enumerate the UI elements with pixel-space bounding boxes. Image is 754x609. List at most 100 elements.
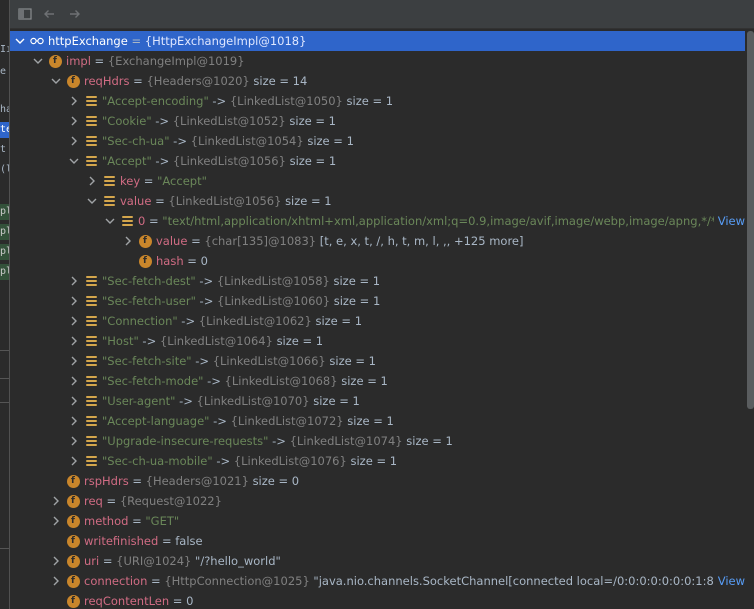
map-entry-icon	[84, 414, 98, 428]
arrow-text: ->	[203, 374, 225, 388]
tree-row[interactable]: "Sec-ch-ua" -> {LinkedList@1054} size = …	[10, 131, 745, 151]
type-label: {Headers@1021}	[145, 474, 249, 488]
chevron-down-icon[interactable]	[104, 211, 116, 231]
tree-row[interactable]: "Sec-fetch-site" -> {LinkedList@1066} si…	[10, 351, 745, 371]
arrow-text: ->	[191, 354, 213, 368]
tree-row[interactable]: f uri = {URI@1024} "/?hello_world"	[10, 551, 745, 571]
type-label: {LinkedList@1066}	[212, 354, 326, 368]
value-summary: size = 14	[253, 74, 308, 88]
value-summary: size = 1	[276, 334, 324, 348]
tree-row-text: "Accept" -> {LinkedList@1056} size = 1	[102, 151, 336, 171]
editor-fragment: ha	[0, 104, 9, 115]
chevron-right-icon[interactable]	[68, 391, 80, 411]
tree-row[interactable]: "Sec-ch-ua-mobile" -> {LinkedList@1076} …	[10, 451, 745, 471]
tree-row[interactable]: "Accept" -> {LinkedList@1056} size = 1	[10, 151, 745, 171]
value-summary: size = 1	[346, 94, 394, 108]
type-label: {HttpConnection@1025}	[164, 574, 310, 588]
tree-row-text: 0 = "text/html,application/xhtml+xml,app…	[138, 211, 745, 231]
tree-row[interactable]: value = {LinkedList@1056} size = 1	[10, 191, 745, 211]
map-entry-icon	[84, 314, 98, 328]
tree-row[interactable]: f impl = {ExchangeImpl@1019}	[10, 51, 745, 71]
tree-row[interactable]: "User-agent" -> {LinkedList@1070} size =…	[10, 391, 745, 411]
chevron-right-icon[interactable]	[68, 371, 80, 391]
chevron-right-icon[interactable]	[68, 431, 80, 451]
chevron-down-icon[interactable]	[14, 31, 26, 51]
type-label: {LinkedList@1060}	[217, 294, 331, 308]
type-label: {URI@1024}	[116, 554, 192, 568]
tree-row[interactable]: "Accept-encoding" -> {LinkedList@1050} s…	[10, 91, 745, 111]
value-summary: size = 1	[333, 274, 381, 288]
tree-row[interactable]: "Sec-fetch-dest" -> {LinkedList@1058} si…	[10, 271, 745, 291]
scrollbar-thumb[interactable]	[747, 31, 754, 409]
tree-row[interactable]: f reqHdrs = {Headers@1020} size = 14	[10, 71, 745, 91]
chevron-right-icon[interactable]	[50, 571, 62, 591]
separator	[0, 548, 9, 549]
equals-sign: =	[129, 74, 147, 88]
tree-row[interactable]: f writefinished = false	[10, 531, 745, 551]
chevron-right-icon[interactable]	[68, 291, 80, 311]
restore-layout-icon[interactable]	[16, 5, 34, 23]
arrow-text: ->	[195, 274, 217, 288]
tree-row[interactable]: httpExchange = {HttpExchangeImpl@1018}	[10, 31, 745, 51]
tree-row[interactable]: f req = {Request@1022}	[10, 491, 745, 511]
forward-arrow-icon[interactable]	[66, 5, 84, 23]
editor-fragment: e	[0, 66, 7, 77]
chevron-right-icon[interactable]	[86, 171, 98, 191]
back-arrow-icon[interactable]	[40, 5, 58, 23]
tree-row[interactable]: "Host" -> {LinkedList@1064} size = 1	[10, 331, 745, 351]
tree-row[interactable]: f rspHdrs = {Headers@1021} size = 0	[10, 471, 745, 491]
map-entry-icon	[84, 154, 98, 168]
tree-row[interactable]: f hash = 0	[10, 251, 745, 271]
tree-row-text: "Accept-language" -> {LinkedList@1072} s…	[102, 411, 394, 431]
tree-row[interactable]: "Upgrade-insecure-requests" -> {LinkedLi…	[10, 431, 745, 451]
chevron-right-icon[interactable]	[50, 491, 62, 511]
variables-tree[interactable]: f reqContentLen = 0 f connection = {HttpCon…	[10, 29, 754, 609]
entry-key: "Sec-fetch-dest"	[102, 274, 196, 288]
tree-row-text: req = {Request@1022}	[84, 491, 222, 511]
variable-name: reqContentLen	[84, 594, 170, 608]
entry-key: "Host"	[102, 334, 139, 348]
chevron-right-icon[interactable]	[68, 311, 80, 331]
chevron-down-icon[interactable]	[50, 71, 62, 91]
tree-row[interactable]: "Accept-language" -> {LinkedList@1072} s…	[10, 411, 745, 431]
tree-row[interactable]: f reqContentLen = 0	[10, 591, 745, 609]
variable-name: impl	[66, 54, 91, 68]
tree-row[interactable]: f value = {char[135]@1083} [t, e, x, t, /…	[10, 231, 745, 251]
chevron-right-icon[interactable]	[68, 91, 80, 111]
tree-row[interactable]: "Cookie" -> {LinkedList@1052} size = 1	[10, 111, 745, 131]
view-link[interactable]: View	[713, 211, 745, 231]
field-icon: f	[66, 554, 80, 568]
view-link[interactable]: View	[713, 571, 745, 591]
chevron-right-icon[interactable]	[68, 411, 80, 431]
map-entry-icon	[84, 134, 98, 148]
tree-row[interactable]: "Sec-fetch-mode" -> {LinkedList@1068} si…	[10, 371, 745, 391]
chevron-right-icon[interactable]	[50, 551, 62, 571]
field-icon: f	[138, 254, 152, 268]
equals-sign: =	[183, 254, 201, 268]
tree-row-text: writefinished = false	[84, 531, 203, 551]
equals-sign: =	[90, 54, 108, 68]
chevron-right-icon[interactable]	[68, 131, 80, 151]
tree-row[interactable]: f method = "GET"	[10, 511, 745, 531]
vertical-scrollbar[interactable]	[745, 29, 754, 609]
string-value: "GET"	[145, 514, 180, 528]
chevron-right-icon[interactable]	[50, 511, 62, 531]
chevron-down-icon[interactable]	[86, 191, 98, 211]
chevron-down-icon[interactable]	[32, 51, 44, 71]
tree-row[interactable]: f connection = {HttpConnection@1025} "jav…	[10, 571, 745, 591]
chevron-right-icon[interactable]	[122, 231, 134, 251]
tree-row[interactable]: key = "Accept"	[10, 171, 745, 191]
tree-row[interactable]: 0 = "text/html,application/xhtml+xml,app…	[10, 211, 745, 231]
chevron-right-icon[interactable]	[68, 271, 80, 291]
chevron-right-icon[interactable]	[68, 451, 80, 471]
chevron-right-icon[interactable]	[68, 331, 80, 351]
equals-sign: =	[151, 194, 169, 208]
tree-row[interactable]: "Connection" -> {LinkedList@1062} size =…	[10, 311, 745, 331]
chevron-right-icon[interactable]	[68, 351, 80, 371]
tree-row[interactable]: "Sec-fetch-user" -> {LinkedList@1060} si…	[10, 291, 745, 311]
field-icon: f	[66, 594, 80, 608]
value-summary: size = 1	[329, 354, 376, 368]
chevron-down-icon[interactable]	[68, 151, 80, 171]
chevron-right-icon[interactable]	[68, 111, 80, 131]
map-entry-icon	[102, 174, 116, 188]
